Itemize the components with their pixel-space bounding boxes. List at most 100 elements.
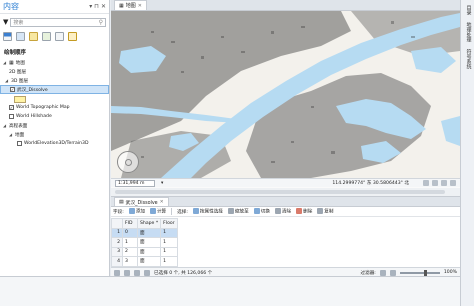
cell-shape[interactable]: 面 xyxy=(136,246,162,257)
selection-count-icon[interactable] xyxy=(423,180,429,186)
list-by-labeling-icon[interactable] xyxy=(68,32,77,41)
selection-count-text: 已选择 0 个, 共 126,066 个 xyxy=(154,270,213,276)
attribute-table-tab-title: 武汉_Dissolve xyxy=(125,200,158,206)
select-by-attributes-button[interactable]: 按属性选择 xyxy=(192,208,223,215)
scale-dropdown-icon[interactable]: ▾ xyxy=(161,181,163,186)
cell-shape[interactable]: 面 xyxy=(136,237,162,248)
navigator-control[interactable] xyxy=(117,151,139,173)
list-by-editing-icon[interactable] xyxy=(42,32,51,41)
tree-item-label: World Topographic Map xyxy=(16,105,70,110)
contents-pane-header: 内容 ▾ ⊓ ✕ xyxy=(0,0,109,14)
tree-item-elevation-surfaces[interactable]: ◢ 高程表面 xyxy=(0,121,109,130)
column-header-fid[interactable]: FID xyxy=(122,218,138,229)
table-row[interactable]: 4 3 面 1 xyxy=(111,256,178,267)
cell-fid[interactable]: 0 xyxy=(122,227,138,238)
calculate-field-button[interactable]: 计算 xyxy=(149,208,166,215)
map-status-icons xyxy=(423,180,456,186)
list-by-drawing-order-icon[interactable] xyxy=(3,32,12,41)
map-horizontal-scrollbar[interactable] xyxy=(111,188,460,196)
layer-symbol-swatch[interactable] xyxy=(14,96,26,103)
table-icon: ▤ xyxy=(119,199,124,205)
close-icon[interactable]: ✕ xyxy=(138,3,142,9)
zoom-to-label: 缩放至 xyxy=(234,209,249,215)
cell-floor[interactable]: 1 xyxy=(160,237,178,248)
layer-visibility-checkbox[interactable] xyxy=(9,114,14,119)
list-by-snapping-icon[interactable] xyxy=(55,32,64,41)
table-row[interactable]: 1 0 面 1 xyxy=(111,227,178,238)
contents-search-input[interactable]: 搜索 ⚲ xyxy=(10,17,106,27)
select-by-attributes-label: 按属性选择 xyxy=(199,209,223,215)
list-by-source-icon[interactable] xyxy=(16,32,25,41)
map-view: ▦ 地图 ✕ 1:31,994 m ▾ 114.2999774° 东 30.58… xyxy=(111,0,460,196)
close-icon[interactable]: ✕ xyxy=(160,200,164,205)
filter-selection-icon[interactable] xyxy=(389,269,396,276)
cell-floor[interactable]: 1 xyxy=(160,256,178,267)
map-tab[interactable]: ▦ 地图 ✕ xyxy=(114,0,147,10)
geoprocessing-tab[interactable]: 地理处理 xyxy=(463,20,473,44)
next-record-icon[interactable] xyxy=(134,269,140,276)
list-by-selection-icon[interactable] xyxy=(29,32,38,41)
attribute-table-pane: ▤ 武汉_Dissolve ✕ 字段: 添加 计算 选择: 按属性选择 缩放至 … xyxy=(111,196,460,277)
add-field-button[interactable]: 添加 xyxy=(128,208,145,215)
tree-item-wuhan-dissolve[interactable]: 武汉_Dissolve xyxy=(0,85,109,94)
tree-item-3d-layers[interactable]: ◢ 3D 图层 xyxy=(0,76,109,85)
switch-selection-button[interactable]: 切换 xyxy=(253,208,270,215)
collapse-icon[interactable]: ◢ xyxy=(9,132,13,137)
cell-floor[interactable]: 1 xyxy=(160,227,178,238)
filter-label: 过滤器: xyxy=(360,270,376,276)
show-selected-icon[interactable] xyxy=(144,269,150,276)
zoom-to-button[interactable]: 缩放至 xyxy=(227,208,249,215)
snapping-icon[interactable] xyxy=(432,180,438,186)
pane-options-icon[interactable]: ▾ xyxy=(89,3,92,10)
tree-item-world-elevation-3d[interactable]: WorldElevation3D/Terrain3D xyxy=(0,139,109,148)
tree-item-label: 3D 图层 xyxy=(11,78,29,84)
map-status-bar: 1:31,994 m ▾ 114.2999774° 东 30.5806443° … xyxy=(111,178,460,187)
table-zoom-slider[interactable] xyxy=(399,269,440,276)
copy-button[interactable]: 复制 xyxy=(317,208,334,215)
tree-item-2d-layers[interactable]: 2D 图层 xyxy=(0,67,109,76)
attribute-table-toolbar: 字段: 添加 计算 选择: 按属性选择 缩放至 切换 清除 删除 复制 xyxy=(111,207,460,217)
tree-item-ground[interactable]: ◢ 地面 xyxy=(0,130,109,139)
cell-fid[interactable]: 2 xyxy=(122,246,138,257)
arcgis-pro-window: 内容 ▾ ⊓ ✕ ▼ 搜索 ⚲ 绘制顺序 ◢ ▦ 地图 2D 图层 ◢ 3D 图… xyxy=(0,0,474,306)
tree-item-map[interactable]: ◢ ▦ 地图 xyxy=(0,58,109,67)
tree-item-world-topographic-map[interactable]: World Topographic Map xyxy=(0,103,109,112)
filter-extent-icon[interactable] xyxy=(379,269,386,276)
pane-controls: ▾ ⊓ ✕ xyxy=(89,3,106,10)
pause-drawing-icon[interactable] xyxy=(441,180,447,186)
map-tab-bar: ▦ 地图 ✕ xyxy=(111,0,460,11)
collapse-icon[interactable]: ◢ xyxy=(3,60,7,65)
cell-floor[interactable]: 1 xyxy=(160,246,178,257)
filter-icon[interactable]: ▼ xyxy=(3,18,8,26)
contents-pane: 内容 ▾ ⊓ ✕ ▼ 搜索 ⚲ 绘制顺序 ◢ ▦ 地图 2D 图层 ◢ 3D 图… xyxy=(0,0,110,276)
collapse-icon[interactable]: ◢ xyxy=(3,123,7,128)
refresh-icon[interactable] xyxy=(450,180,456,186)
scale-selector[interactable]: 1:31,994 m xyxy=(115,179,155,187)
catalog-tab[interactable]: 目录 xyxy=(463,3,473,17)
symbology-tab[interactable]: 符号系统 xyxy=(463,47,473,71)
clear-selection-button[interactable]: 清除 xyxy=(274,208,291,215)
cell-shape[interactable]: 面 xyxy=(136,256,162,267)
delete-button[interactable]: 删除 xyxy=(296,208,312,215)
column-header-shape[interactable]: Shape * xyxy=(136,218,162,229)
delete-icon xyxy=(296,208,303,215)
cell-fid[interactable]: 3 xyxy=(122,256,138,267)
table-row[interactable]: 3 2 面 1 xyxy=(111,246,178,257)
tree-item-world-hillshade[interactable]: World Hillshade xyxy=(0,112,109,121)
attribute-table-tab[interactable]: ▤ 武汉_Dissolve ✕ xyxy=(114,197,169,206)
cell-shape[interactable]: 面 xyxy=(136,227,162,238)
map-canvas[interactable] xyxy=(111,11,460,178)
cell-fid[interactable]: 1 xyxy=(122,237,138,248)
layer-visibility-checkbox[interactable] xyxy=(17,141,22,146)
previous-record-icon[interactable] xyxy=(124,269,130,276)
first-record-icon[interactable] xyxy=(114,269,120,276)
add-field-icon xyxy=(128,208,135,215)
pin-icon[interactable]: ⊓ xyxy=(94,3,99,10)
table-row[interactable]: 2 1 面 1 xyxy=(111,237,178,248)
column-header-floor[interactable]: Floor xyxy=(160,218,178,229)
layer-visibility-checkbox[interactable] xyxy=(9,105,14,110)
collapse-icon[interactable]: ◢ xyxy=(5,78,9,83)
layer-visibility-checkbox[interactable] xyxy=(10,87,15,92)
close-icon[interactable]: ✕ xyxy=(101,3,106,10)
scrollbar-thumb[interactable] xyxy=(115,190,445,194)
